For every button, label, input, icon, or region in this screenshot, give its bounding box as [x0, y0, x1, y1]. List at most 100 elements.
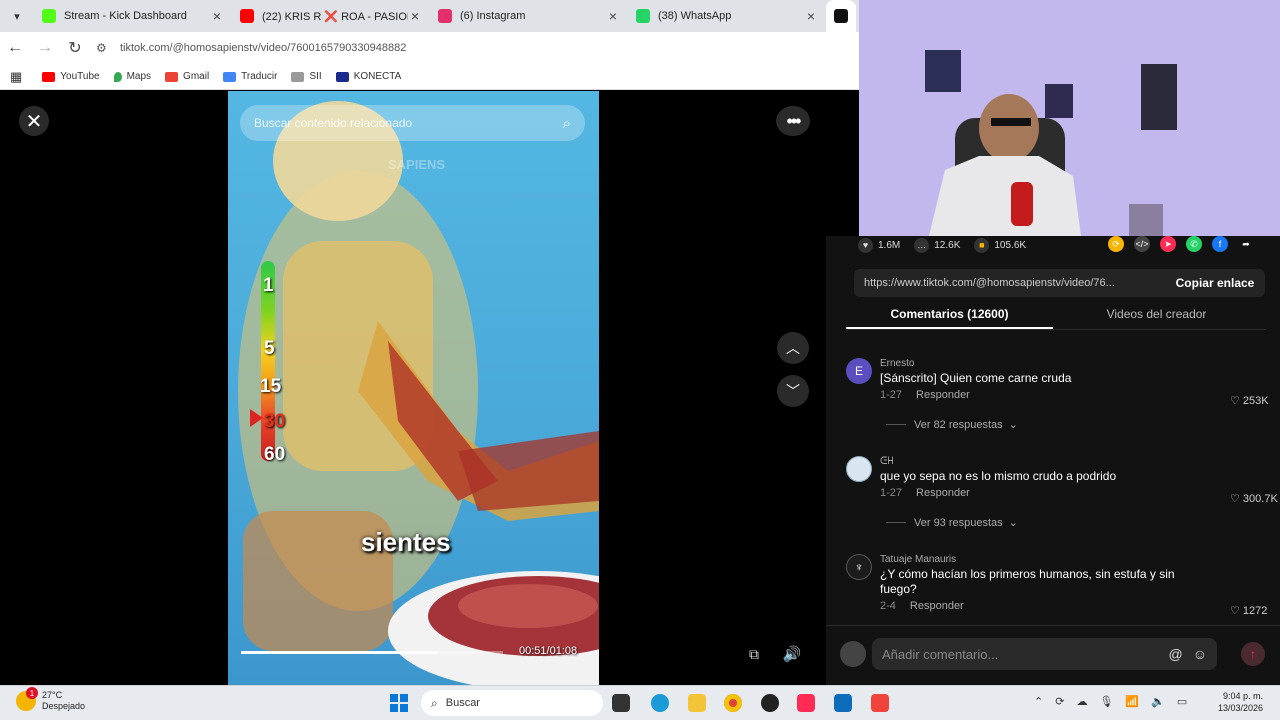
taskbar-search[interactable]: ⌕ Buscar — [421, 690, 603, 716]
chevron-up-icon[interactable]: ︿ — [777, 332, 809, 364]
tab-tiktok[interactable] — [826, 0, 856, 32]
system-tray: ⌃ ⟳ ☁ 🎙 📶 🔈 ▭ — [1034, 695, 1199, 708]
embed-icon[interactable]: </> — [1134, 236, 1150, 252]
bookmark-youtube[interactable]: YouTube — [42, 71, 100, 82]
obs-icon[interactable] — [761, 694, 779, 712]
reply-button[interactable]: Responder — [916, 389, 970, 401]
view-replies[interactable]: Ver 82 respuestas ⌄ — [886, 418, 1018, 431]
back-icon[interactable]: ← — [0, 39, 30, 57]
tab-creator-videos[interactable]: Videos del creador — [1053, 304, 1260, 329]
comment-author[interactable]: Tatuaje Manauris — [880, 554, 1190, 565]
related-search-input[interactable]: Buscar contenido relacionado ⌕ — [240, 105, 585, 141]
tab-title: (6) Instagram — [460, 10, 526, 22]
tab-instagram[interactable]: (6) Instagram × — [430, 0, 628, 32]
mention-icon[interactable]: @ — [1168, 646, 1182, 662]
reload-icon[interactable]: ↻ — [60, 38, 90, 58]
comment-icon: … — [914, 237, 930, 253]
close-tab-icon[interactable]: × — [210, 8, 224, 24]
picture-in-picture-icon[interactable]: ⧉ — [741, 641, 767, 667]
weather-widget[interactable]: 1 27°C Despejado — [16, 687, 85, 712]
reply-button[interactable]: Responder — [916, 487, 970, 499]
bookmark-count: 105.6K — [994, 239, 1027, 251]
cloud-icon[interactable]: ☁ — [1076, 695, 1087, 708]
clock-date: 13/03/2026 — [1217, 703, 1263, 713]
webcam-image — [859, 0, 1280, 236]
bookmark-stat[interactable]: ■ 105.6K — [974, 237, 1027, 253]
emoji-icon[interactable]: ☺ — [1193, 646, 1207, 662]
copy-link-button[interactable]: Copiar enlace — [1165, 276, 1265, 290]
url-field[interactable]: ⚙ tiktok.com/@homosapienstv/video/760016… — [96, 36, 796, 60]
comment-like[interactable]: ♡ 253K — [1230, 394, 1280, 407]
task-view-icon[interactable] — [612, 694, 630, 712]
avatar[interactable]: ♆ — [846, 554, 872, 580]
repost-icon[interactable]: ⟳ — [1108, 236, 1124, 252]
forward-icon[interactable]: → — [30, 39, 60, 57]
bookmark-traducir[interactable]: Traducir — [223, 71, 277, 82]
avatar[interactable]: E — [846, 358, 872, 384]
address-bar: ← → ↻ ⚙ tiktok.com/@homosapienstv/video/… — [0, 32, 860, 64]
comment-count: 12.6K — [934, 239, 961, 251]
comment-text: ¿Y cómo hacían los primeros humanos, sin… — [880, 567, 1175, 596]
close-tab-icon[interactable]: × — [606, 8, 620, 24]
share-arrow-icon[interactable]: ➦ — [1238, 236, 1254, 252]
close-tab-icon[interactable]: × — [408, 8, 422, 24]
clock-time: 9:04 p. m. — [1222, 691, 1263, 701]
bookmark-gmail[interactable]: Gmail — [165, 71, 209, 82]
like-stat[interactable]: ♥ 1.6M — [858, 237, 900, 253]
comment-like[interactable]: ♡ 1272 — [1230, 604, 1280, 617]
meter-label: 1 — [263, 275, 274, 296]
avatar[interactable] — [846, 456, 872, 482]
reply-button[interactable]: Responder — [910, 600, 964, 612]
close-tab-icon[interactable]: × — [804, 8, 818, 24]
facebook-icon[interactable]: f — [1212, 236, 1228, 252]
tab-search-chevron-icon[interactable]: ▾ — [0, 0, 34, 32]
file-explorer-icon[interactable] — [688, 694, 706, 712]
edge-icon[interactable] — [651, 694, 669, 712]
view-replies-label: Ver 93 respuestas — [914, 516, 1003, 529]
whatsapp-icon[interactable]: ✆ — [1186, 236, 1202, 252]
tab-whatsapp[interactable]: (38) WhatsApp × — [628, 0, 826, 32]
volume-icon[interactable]: 🔊 — [779, 641, 805, 667]
bookmark-konecta[interactable]: KONECTA — [335, 71, 401, 82]
meter-label: 5 — [264, 338, 275, 359]
microphone-icon[interactable]: 🎙 — [1099, 695, 1113, 708]
windows-start-icon[interactable] — [390, 694, 408, 712]
comment-author[interactable]: ᕮᕼ — [880, 456, 1190, 467]
comment-like[interactable]: ♡ 300.7K — [1230, 492, 1280, 505]
chevron-down-icon[interactable]: ﹀ — [777, 375, 809, 407]
wifi-icon[interactable]: 📶 — [1125, 695, 1139, 708]
comment-composer: Añadir comentario... @ ☺ ↑ — [826, 625, 1280, 685]
apps-grid-icon[interactable]: ▦ — [10, 69, 22, 85]
sun-icon: 1 — [16, 687, 38, 711]
video-player[interactable]: Buscar contenido relacionado ⌕ SAPIENS 1… — [228, 91, 599, 685]
tab-kick[interactable]: Stream - Kick Dashboard × — [34, 0, 232, 32]
battery-icon[interactable]: ▭ — [1177, 695, 1187, 708]
taskbar-clock[interactable]: 9:04 p. m. 13/03/2026 — [1207, 690, 1263, 714]
send-icon[interactable]: ➤ — [1160, 236, 1176, 252]
comment-input[interactable]: Añadir comentario... @ ☺ — [872, 638, 1217, 670]
volume-icon[interactable]: 🔈 — [1151, 695, 1165, 708]
chrome-icon[interactable] — [724, 694, 742, 712]
comment-stat[interactable]: … 12.6K — [914, 237, 961, 253]
view-replies[interactable]: Ver 93 respuestas ⌄ — [886, 516, 1018, 529]
video-progress-bar[interactable] — [241, 651, 503, 654]
outlook-icon[interactable] — [834, 694, 852, 712]
tiktok-app-icon[interactable] — [797, 694, 815, 712]
anydesk-icon[interactable] — [871, 694, 889, 712]
chevron-up-icon[interactable]: ⌃ — [1034, 695, 1043, 708]
tab-youtube[interactable]: (22) KRIS R ❌ ROA - PASION Y × — [232, 0, 430, 32]
panel-tabs: Comentarios (12600) Videos del creador — [846, 304, 1266, 330]
close-icon[interactable]: ✕ — [19, 106, 49, 136]
send-comment-icon[interactable]: ↑ — [1241, 642, 1265, 666]
site-info-icon[interactable]: ⚙ — [96, 41, 116, 55]
search-icon[interactable]: ⌕ — [563, 115, 571, 132]
comment-author[interactable]: Ernesto — [880, 358, 1190, 369]
sync-icon[interactable]: ⟳ — [1055, 695, 1064, 708]
bookmark-sii[interactable]: SII — [291, 71, 322, 82]
tab-comments[interactable]: Comentarios (12600) — [846, 304, 1053, 329]
share-link-text[interactable]: https://www.tiktok.com/@homosapienstv/vi… — [854, 277, 1165, 289]
video-watermark: SAPIENS — [388, 157, 446, 172]
comment-body: Tatuaje Manauris ¿Y cómo hacían los prim… — [880, 554, 1190, 612]
bookmark-maps[interactable]: Maps — [113, 71, 151, 82]
more-options-icon[interactable]: ••• — [776, 106, 810, 136]
